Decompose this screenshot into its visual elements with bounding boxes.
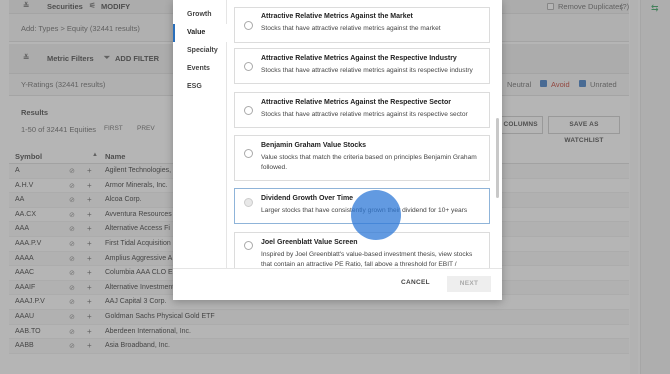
screen-radio[interactable]	[244, 241, 253, 250]
screen-category-nav: Growth Value Specialty Events ESG	[173, 0, 227, 268]
category-events[interactable]: Events	[173, 60, 227, 78]
category-value[interactable]: Value	[173, 24, 227, 42]
cancel-button[interactable]: CANCEL	[401, 279, 430, 286]
screen-title: Joel Greenblatt Value Screen	[261, 239, 358, 246]
screen-option[interactable]: Joel Greenblatt Value Screen Inspired by…	[234, 232, 490, 268]
next-button[interactable]: NEXT	[447, 276, 491, 292]
screen-title: Dividend Growth Over Time	[261, 195, 354, 202]
dialog-footer: CANCEL NEXT	[173, 268, 502, 300]
category-growth[interactable]: Growth	[173, 6, 227, 24]
category-esg[interactable]: ESG	[173, 78, 227, 96]
screen-radio[interactable]	[244, 106, 253, 115]
prebuilt-screens-dialog: Growth Value Specialty Events ESG Attrac…	[173, 0, 502, 300]
screen-option[interactable]: Attractive Relative Metrics Against the …	[234, 92, 490, 128]
screen-radio[interactable]	[244, 149, 253, 158]
screen-radio[interactable]	[244, 62, 253, 71]
click-indicator	[351, 190, 401, 240]
screen-title: Attractive Relative Metrics Against the …	[261, 99, 451, 106]
screen-list-scrollbar[interactable]	[496, 118, 499, 198]
screen-radio[interactable]	[244, 198, 253, 207]
screen-title: Attractive Relative Metrics Against the …	[261, 55, 457, 62]
screen-description: Stocks that have attractive relative met…	[261, 111, 468, 118]
screen-option[interactable]: Benjamin Graham Value Stocks Value stock…	[234, 135, 490, 181]
screen-description: Inspired by Joel Greenblatt's value-base…	[261, 251, 473, 268]
screen-title: Benjamin Graham Value Stocks	[261, 142, 367, 149]
screen-option[interactable]: Attractive Relative Metrics Against the …	[234, 48, 490, 84]
category-specialty[interactable]: Specialty	[173, 42, 227, 60]
screen-description: Stocks that have attractive relative met…	[261, 25, 441, 32]
screen-title: Attractive Relative Metrics Against the …	[261, 13, 413, 20]
screen-radio[interactable]	[244, 21, 253, 30]
screen-description: Stocks that have attractive relative met…	[261, 67, 473, 74]
screen-description: Value stocks that match the criteria bas…	[261, 154, 477, 171]
screen-option[interactable]: Attractive Relative Metrics Against the …	[234, 7, 490, 43]
